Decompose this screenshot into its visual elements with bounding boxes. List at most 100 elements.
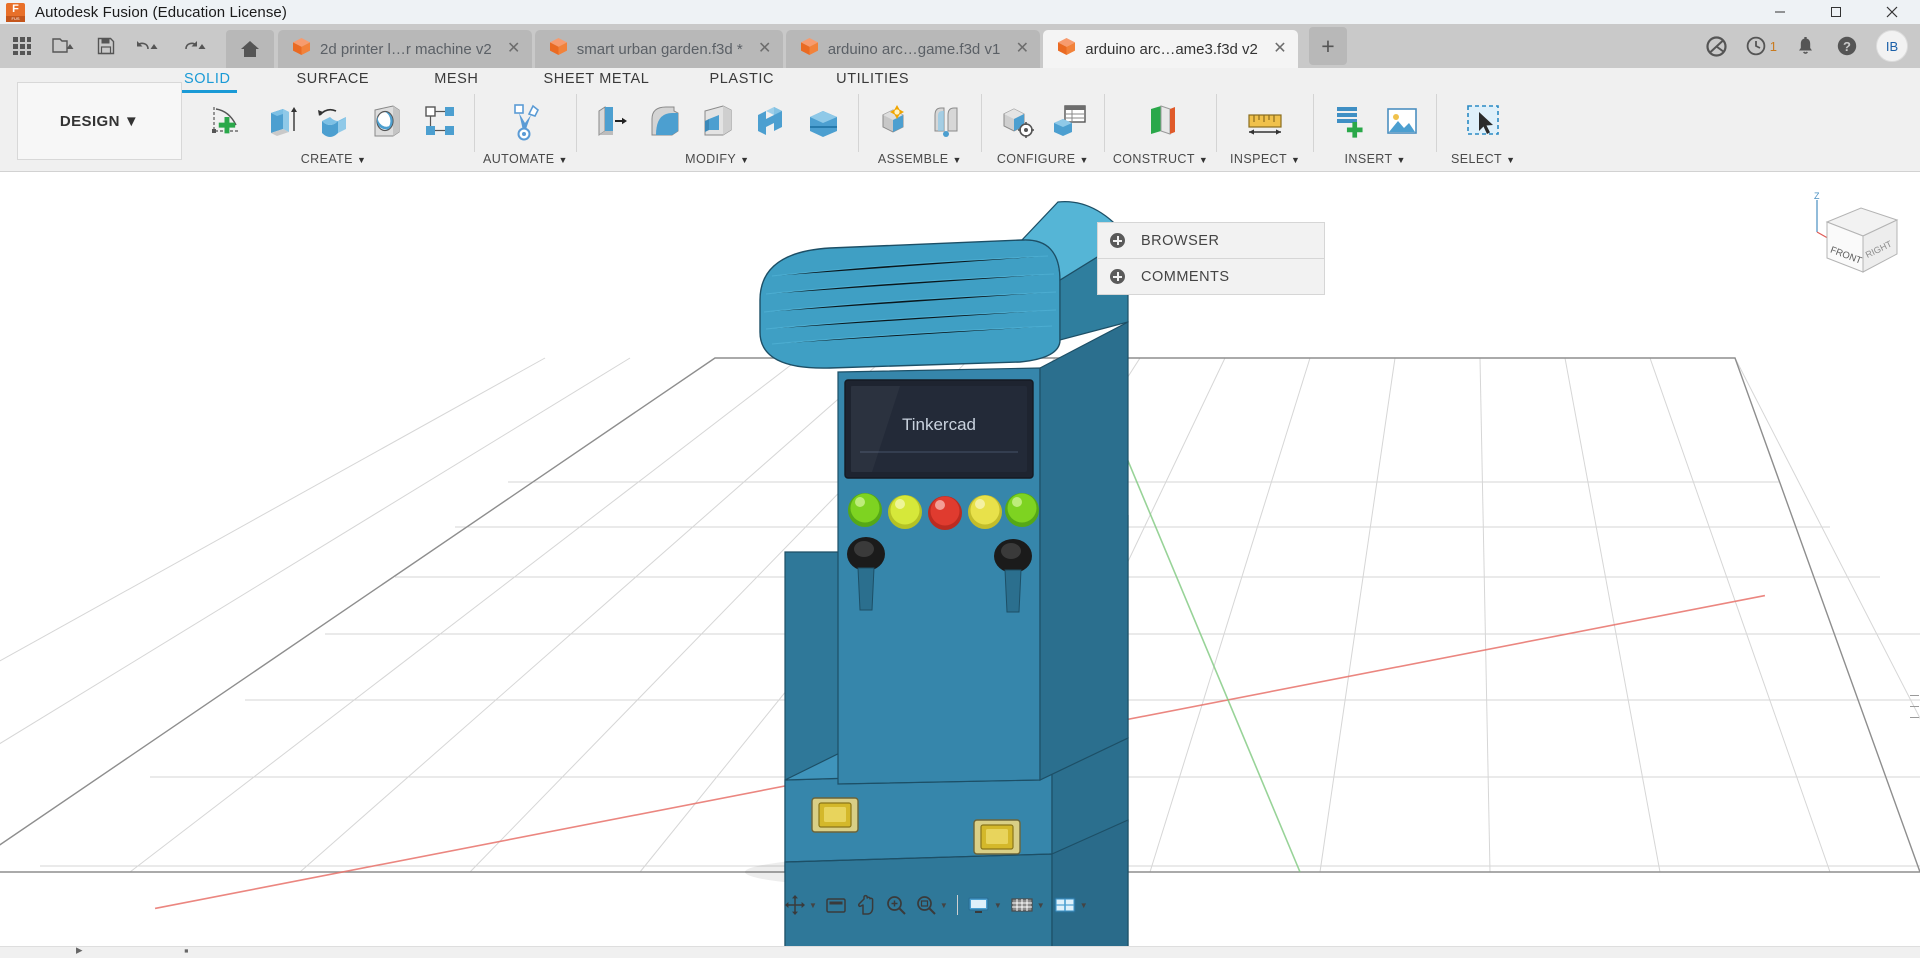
job-status-icon[interactable]: 1 [1739, 26, 1783, 66]
document-tab-2[interactable]: arduino arc…game.f3d v1 ✕ [785, 30, 1041, 68]
file-cube-icon [800, 37, 819, 61]
ribbon-panel-insert: INSERT ▼ [1316, 94, 1434, 166]
ribbon-panel-label-insert[interactable]: INSERT ▼ [1345, 152, 1406, 166]
timeline-play-icon[interactable]: ▸ [76, 942, 83, 958]
combine-icon[interactable] [744, 94, 797, 148]
zoom-tool[interactable] [881, 890, 911, 920]
document-tab-3[interactable]: arduino arc…ame3.f3d v2 ✕ [1043, 30, 1298, 68]
ribbon-panel-label-automate[interactable]: AUTOMATE ▼ [483, 152, 568, 166]
ribbon-panel-label-create[interactable]: CREATE ▼ [301, 152, 367, 166]
ribbon-panel-label-select[interactable]: SELECT ▼ [1451, 152, 1515, 166]
document-tab-1[interactable]: smart urban garden.f3d * ✕ [534, 30, 783, 68]
viewport-canvas[interactable]: Tinkercad [0, 172, 1920, 958]
panel-divider [980, 94, 982, 152]
chevron-down-icon: ▼ [558, 155, 568, 165]
ribbon-tab-plastic[interactable]: PLASTIC [703, 68, 780, 90]
joint-icon[interactable] [920, 94, 973, 148]
new-tab-button[interactable]: + [1308, 27, 1347, 65]
ribbon-tab-mesh[interactable]: MESH [428, 68, 484, 90]
shell-icon[interactable] [691, 94, 744, 148]
chevron-down-icon: ▼ [1079, 900, 1088, 910]
ribbon-tab-list: SOLID SURFACE MESH SHEET METAL PLASTIC U… [178, 68, 915, 93]
offset-plane-icon[interactable] [1134, 94, 1187, 148]
measure-icon[interactable] [1239, 94, 1292, 148]
revolve-icon[interactable] [307, 94, 360, 148]
insert-derive-icon[interactable] [1322, 94, 1375, 148]
new-file-icon[interactable] [41, 29, 87, 63]
ribbon-panel-label-modify[interactable]: MODIFY ▼ [685, 152, 749, 166]
chevron-down-icon: ▼ [1036, 900, 1045, 910]
extensions-icon[interactable] [1697, 26, 1737, 66]
press-pull-icon[interactable] [585, 94, 638, 148]
sweep-icon[interactable] [360, 94, 413, 148]
document-tabs: 2d printer l…r machine v2 ✕ smart urban … [278, 24, 1301, 68]
create-sketch-icon[interactable] [201, 94, 254, 148]
offset-face-icon[interactable] [797, 94, 850, 148]
zoom-window-tool[interactable]: ▼ [911, 890, 952, 920]
extrude-icon[interactable] [254, 94, 307, 148]
configuration-icon[interactable] [990, 94, 1043, 148]
svg-text:?: ? [1843, 39, 1851, 54]
close-tab-icon[interactable]: ✕ [1014, 41, 1030, 57]
document-tab-label: smart urban garden.f3d * [576, 40, 743, 58]
plus-circle-icon[interactable] [1110, 269, 1125, 284]
home-tab-button[interactable] [226, 30, 274, 68]
panel-divider [474, 94, 475, 152]
view-cube[interactable]: Z X FRONT RIGHT [1805, 191, 1909, 288]
undo-icon[interactable] [125, 29, 171, 63]
ribbon-panel-label-assemble[interactable]: ASSEMBLE ▼ [878, 152, 962, 166]
deck-button-right [973, 819, 1021, 855]
document-tab-label: 2d printer l…r machine v2 [320, 40, 492, 58]
maximize-button[interactable] [1808, 0, 1864, 24]
grid-snaps-tool[interactable]: ▼ [1006, 890, 1049, 920]
ribbon-panel-label-configure[interactable]: CONFIGURE ▼ [997, 152, 1089, 166]
ribbon: SOLID SURFACE MESH SHEET METAL PLASTIC U… [0, 68, 1920, 172]
ribbon-panel-label-construct[interactable]: CONSTRUCT ▼ [1113, 152, 1208, 166]
chevron-down-icon: ▼ [356, 155, 367, 165]
document-tab-0[interactable]: 2d printer l…r machine v2 ✕ [278, 30, 532, 68]
close-tab-icon[interactable]: ✕ [757, 41, 773, 57]
user-avatar[interactable]: IB [1876, 30, 1908, 62]
plus-circle-icon[interactable] [1110, 233, 1125, 248]
pattern-icon[interactable] [413, 94, 466, 148]
viewport-layout-tool[interactable]: ▼ [1049, 890, 1092, 920]
close-tab-icon[interactable]: ✕ [1272, 41, 1288, 57]
ribbon-tab-sheet-metal[interactable]: SHEET METAL [538, 68, 656, 90]
automated-modeling-icon[interactable] [499, 94, 552, 148]
comments-panel-header[interactable]: COMMENTS [1097, 258, 1325, 295]
ribbon-panel-label-inspect[interactable]: INSPECT ▼ [1230, 152, 1300, 166]
select-cursor-icon[interactable] [1457, 94, 1510, 148]
display-settings-tool[interactable]: ▼ [963, 890, 1006, 920]
chevron-down-icon: ▼ [1079, 155, 1089, 165]
save-icon[interactable] [89, 29, 123, 63]
insert-canvas-icon[interactable] [1375, 94, 1428, 148]
timeline-marker-icon[interactable]: ▪ [184, 943, 189, 958]
file-cube-icon [292, 37, 311, 61]
axis-label-z: Z [1814, 192, 1820, 201]
panel-divider [1216, 94, 1218, 152]
chevron-down-icon: ▼ [1198, 155, 1209, 165]
ribbon-tab-surface[interactable]: SURFACE [291, 68, 376, 90]
close-button[interactable] [1864, 0, 1920, 24]
pan-tool[interactable] [851, 890, 881, 920]
viewport-display-tool[interactable] [821, 890, 851, 920]
app-grid-icon[interactable] [5, 29, 39, 63]
timeline-edge-marks [1908, 690, 1920, 805]
browser-panel-header[interactable]: BROWSER [1097, 222, 1325, 259]
redo-icon[interactable] [173, 29, 219, 63]
workspace-selector[interactable]: DESIGN ▼ [17, 82, 182, 160]
minimize-button[interactable] [1752, 0, 1808, 24]
configuration-table-icon[interactable] [1043, 94, 1096, 148]
notifications-bell-icon[interactable] [1785, 26, 1825, 66]
new-component-icon[interactable] [867, 94, 920, 148]
arcade-button-0 [848, 493, 882, 527]
ribbon-panel-construct: CONSTRUCT ▼ [1107, 94, 1214, 166]
panel-divider [857, 94, 859, 152]
chevron-down-icon: ▼ [1506, 155, 1516, 165]
ribbon-tab-utilities[interactable]: UTILITIES [830, 68, 915, 90]
orbit-tool[interactable]: ▼ [780, 890, 821, 920]
ribbon-tab-solid[interactable]: SOLID [178, 68, 237, 93]
help-icon[interactable]: ? [1827, 26, 1867, 66]
fillet-icon[interactable] [638, 94, 691, 148]
close-tab-icon[interactable]: ✕ [506, 41, 522, 57]
